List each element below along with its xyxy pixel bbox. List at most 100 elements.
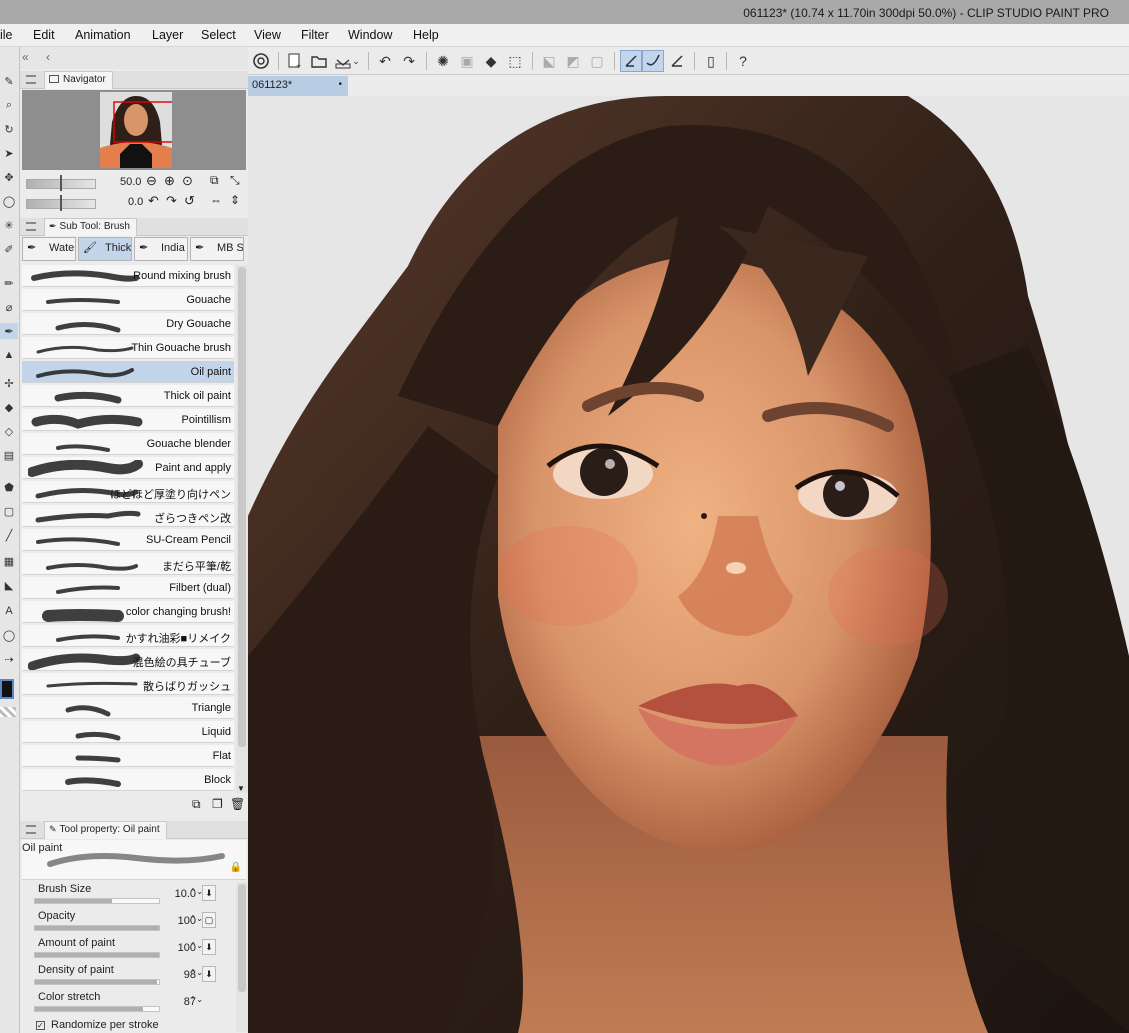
menu-select[interactable]: Select [201, 28, 236, 42]
tab-mb[interactable]: ✒ MB S [190, 237, 244, 261]
brush-row[interactable]: Round mixing brush [22, 265, 234, 287]
property-slider[interactable] [34, 952, 160, 958]
zoom-icon[interactable]: ⌕ [0, 97, 18, 113]
spinner-icon[interactable]: ⌃⌄ [190, 914, 203, 923]
fit-screen-icon[interactable]: ⧉ [210, 173, 219, 188]
brush-row[interactable]: SU-Cream Pencil [22, 529, 234, 551]
spinner-icon[interactable]: ⌃⌄ [190, 995, 203, 1004]
scrollbar-thumb[interactable] [238, 267, 246, 747]
ruler-icon[interactable]: ╱ [0, 527, 18, 543]
property-slider[interactable] [34, 979, 160, 985]
property-slider[interactable] [34, 898, 160, 904]
flip-vertical-icon[interactable]: ⇕ [230, 193, 240, 207]
operation-icon[interactable]: ✥ [0, 169, 18, 185]
brush-row[interactable]: ざらつきペン改 [22, 505, 234, 527]
new-file-icon[interactable]: + [284, 50, 306, 72]
move-icon[interactable]: ➤ [0, 145, 18, 161]
frame-icon[interactable]: ▢ [0, 503, 18, 519]
tab-watercolor[interactable]: ✒ Wate [22, 237, 76, 261]
menu-layer[interactable]: Layer [152, 28, 183, 42]
scroll-down-icon[interactable]: ▼ [237, 784, 245, 793]
pencil-icon[interactable]: ✏ [0, 275, 18, 291]
checkbox[interactable]: ✓ [36, 1021, 45, 1030]
brush-row[interactable]: Oil paint [22, 361, 234, 383]
grip-icon[interactable] [26, 222, 36, 231]
randomize-checkbox-row[interactable]: ✓ Randomize per stroke [36, 1019, 226, 1033]
rotate-slider-thumb[interactable] [60, 195, 62, 211]
brush-row[interactable]: Flat [22, 745, 234, 767]
balloon-icon[interactable]: ◣ [0, 577, 18, 593]
menu-animation[interactable]: Animation [75, 28, 131, 42]
brush-row[interactable]: Triangle [22, 697, 234, 719]
fill-icon[interactable]: ◆ [480, 50, 502, 72]
spinner-icon[interactable]: ⌃⌄ [190, 941, 203, 950]
eraser-icon[interactable]: ✢ [0, 375, 18, 391]
pressure-settings-icon[interactable]: ⬇ [202, 966, 216, 982]
brush-row[interactable]: Block [22, 769, 234, 791]
canvas-area[interactable] [248, 96, 1129, 1033]
transform-icon[interactable]: ⬚ [504, 50, 526, 72]
brush-row[interactable]: Paint and apply [22, 457, 234, 479]
clear-icon[interactable]: ▣ [456, 50, 478, 72]
shape-icon[interactable]: ⬟ [0, 479, 18, 495]
main-color-swatch[interactable] [0, 679, 14, 699]
brush-row[interactable]: かすれ油彩■リメイク [22, 625, 234, 647]
brush-row[interactable]: Gouache [22, 289, 234, 311]
navigator-tab[interactable]: Navigator [44, 71, 113, 89]
pressure-settings-icon[interactable]: ▢ [202, 912, 216, 928]
rotate-right-icon[interactable]: ↷ [166, 193, 177, 209]
menu-filter[interactable]: Filter [301, 28, 329, 42]
spinner-icon[interactable]: ⌃⌄ [190, 968, 203, 977]
redo-icon[interactable]: ↷ [398, 50, 420, 72]
trash-icon[interactable]: 🗑 [230, 797, 245, 811]
grip-icon[interactable] [26, 825, 36, 834]
zoom-in-icon[interactable]: ⊕ [164, 173, 175, 189]
brush-row[interactable]: 混色絵の具チューブ [22, 649, 234, 671]
gradient-icon[interactable]: ▤ [0, 447, 18, 463]
pressure-settings-icon[interactable]: ⬇ [202, 885, 216, 901]
snap-grid-icon[interactable] [666, 50, 688, 72]
clip-studio-icon[interactable] [250, 50, 272, 72]
eyedropper-icon[interactable]: ✐ [0, 241, 18, 257]
fill-bucket-icon[interactable]: ◇ [0, 423, 18, 439]
fit-icon[interactable]: ⊙ [182, 173, 193, 189]
property-slider[interactable] [34, 925, 160, 931]
hand-icon[interactable]: ↻ [0, 121, 18, 137]
collapse-icon[interactable]: « [22, 50, 29, 64]
brush-row[interactable]: Thick oil paint [22, 385, 234, 407]
rotate-left-icon[interactable]: ↶ [148, 193, 159, 209]
flip-horizontal-icon[interactable]: ⇔ [210, 193, 222, 207]
invert-selection-icon[interactable]: ◩ [562, 50, 584, 72]
deselect-icon[interactable]: ⬕ [538, 50, 560, 72]
snap-special-ruler-icon[interactable] [642, 50, 664, 72]
wand-icon[interactable]: ✳ [0, 217, 18, 233]
speech-balloon-icon[interactable]: ◯ [0, 627, 18, 643]
brush-row[interactable]: Gouache blender [22, 433, 234, 455]
blend-icon[interactable]: ◆ [0, 399, 18, 415]
tool-property-tab[interactable]: ✎ Tool property: Oil paint [44, 821, 167, 839]
tab-canvas[interactable]: 061123* • [248, 76, 348, 96]
subtool-tab[interactable]: ✒ Sub Tool: Brush [44, 218, 137, 236]
brush-row[interactable]: まだら平筆/乾 [22, 553, 234, 575]
brush-list-scrollbar[interactable]: ▼ [236, 265, 248, 793]
grip-icon[interactable] [26, 75, 36, 84]
brush-row[interactable]: ほどほど厚塗り向けペン [22, 481, 234, 503]
menu-window[interactable]: Window [348, 28, 392, 42]
brush-row[interactable]: Filbert (dual) [22, 577, 234, 599]
brush-row[interactable]: color changing brush! [22, 601, 234, 623]
brush-row[interactable]: Thin Gouache brush [22, 337, 234, 359]
tab-india-ink[interactable]: ✒ India [134, 237, 188, 261]
menu-file[interactable]: ile [0, 28, 13, 42]
tab-thick-paint[interactable]: 🖌 Thick [78, 237, 132, 261]
undo-icon[interactable]: ↶ [374, 50, 396, 72]
airbrush-icon[interactable]: ⌀ [0, 299, 18, 315]
open-file-icon[interactable] [308, 50, 330, 72]
chevron-down-icon[interactable]: ⌄ [350, 50, 362, 72]
correct-line-icon[interactable]: ⇢ [0, 651, 18, 667]
copy-subtool-icon[interactable]: ⧉ [192, 797, 201, 812]
brush-row[interactable]: Liquid [22, 721, 234, 743]
menu-view[interactable]: View [254, 28, 281, 42]
brush-row[interactable]: Dry Gouache [22, 313, 234, 335]
property-scrollbar[interactable] [236, 882, 248, 1032]
lasso-icon[interactable]: ◯ [0, 193, 18, 209]
